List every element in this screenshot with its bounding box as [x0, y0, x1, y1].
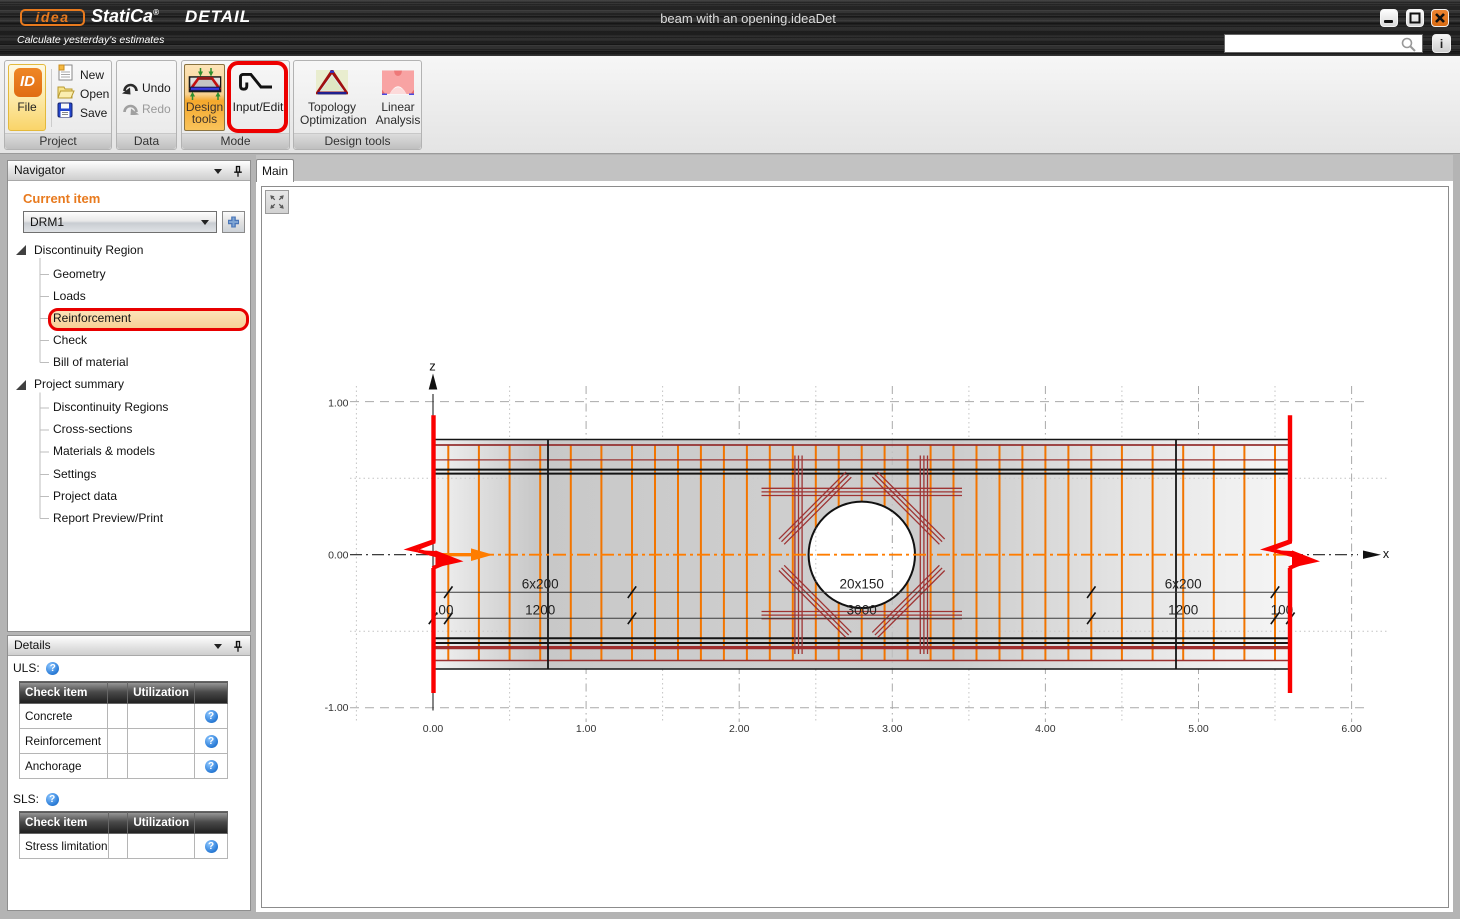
svg-text:1.00: 1.00: [328, 397, 349, 409]
svg-text:x: x: [1383, 547, 1390, 561]
svg-text:0.00: 0.00: [423, 723, 444, 735]
svg-text:-1.00: -1.00: [325, 702, 349, 714]
svg-text:1.00: 1.00: [576, 723, 597, 735]
svg-text:3.00: 3.00: [882, 723, 903, 735]
svg-text:4.00: 4.00: [1035, 723, 1056, 735]
svg-text:5.00: 5.00: [1188, 723, 1209, 735]
svg-text:6x200: 6x200: [1165, 576, 1202, 591]
svg-text:20x150: 20x150: [840, 576, 884, 591]
svg-text:1200: 1200: [1168, 603, 1198, 618]
svg-text:6.00: 6.00: [1341, 723, 1362, 735]
svg-text:1200: 1200: [525, 603, 555, 618]
svg-text:z: z: [429, 358, 436, 373]
svg-text:3000: 3000: [847, 603, 877, 618]
svg-text:6x200: 6x200: [522, 576, 559, 591]
svg-text:2.00: 2.00: [729, 723, 750, 735]
svg-text:0.00: 0.00: [328, 550, 349, 562]
